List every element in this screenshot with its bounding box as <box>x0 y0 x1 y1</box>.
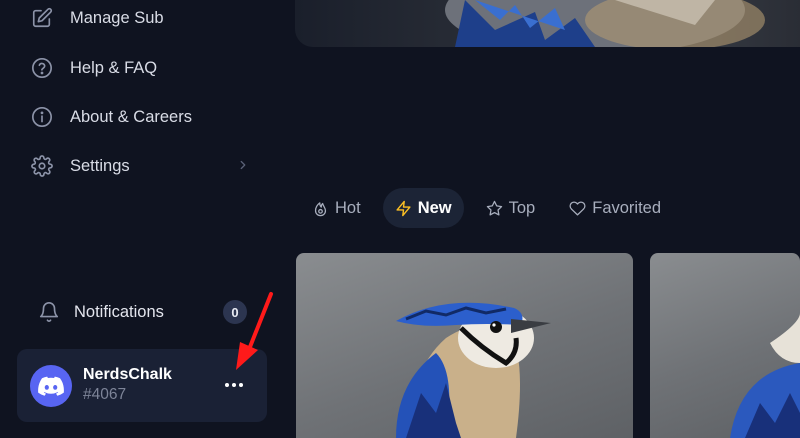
sidebar-item-help-faq[interactable]: Help & FAQ <box>30 53 260 83</box>
more-options-button[interactable] <box>222 375 246 395</box>
blue-jay-image-icon <box>730 313 800 438</box>
sidebar-item-label: Manage Sub <box>70 8 164 27</box>
sidebar-item-settings[interactable]: Settings <box>30 151 260 181</box>
gear-icon <box>30 154 54 178</box>
hero-banner-image <box>295 0 800 47</box>
notifications-label: Notifications <box>74 302 164 321</box>
tab-label: New <box>417 198 452 217</box>
sidebar: Manage Sub Help & FAQ About & Careers Se… <box>0 0 283 438</box>
gallery-image-card[interactable] <box>296 253 633 438</box>
gallery-image-card[interactable] <box>650 253 800 438</box>
more-horizontal-icon <box>225 383 243 387</box>
tab-favorited[interactable]: Favorited <box>557 188 673 228</box>
flame-icon <box>314 201 327 216</box>
blue-jay-image-icon <box>396 302 551 438</box>
tab-label: Top <box>508 198 536 217</box>
discord-logo-icon <box>38 376 64 396</box>
feed-tabs: Hot New Top Favorited <box>300 188 683 228</box>
star-icon <box>486 200 502 216</box>
tab-hot[interactable]: Hot <box>300 188 373 228</box>
chevron-right-icon <box>240 160 246 170</box>
tab-top[interactable]: Top <box>474 188 548 228</box>
sidebar-item-about-careers[interactable]: About & Careers <box>30 102 260 132</box>
lightning-icon <box>396 200 411 216</box>
help-circle-icon <box>30 56 54 80</box>
sidebar-item-label: Help & FAQ <box>70 58 158 77</box>
bird-banner-icon <box>445 0 765 47</box>
tab-label: Favorited <box>592 198 662 217</box>
tab-label: Hot <box>335 198 361 217</box>
heart-icon <box>569 200 586 216</box>
username: NerdsChalk <box>83 366 172 383</box>
annotation-arrow-icon <box>236 292 273 370</box>
avatar <box>30 365 72 407</box>
sidebar-item-label: About & Careers <box>70 107 192 126</box>
info-circle-icon <box>30 105 54 129</box>
user-tag: #4067 <box>83 386 127 403</box>
sidebar-item-label: Settings <box>70 156 130 175</box>
notifications-item[interactable]: Notifications 0 <box>38 296 253 328</box>
edit-icon <box>30 6 54 30</box>
bell-icon <box>38 301 60 323</box>
tab-new[interactable]: New <box>382 188 464 228</box>
sidebar-item-manage-sub[interactable]: Manage Sub <box>30 3 260 33</box>
